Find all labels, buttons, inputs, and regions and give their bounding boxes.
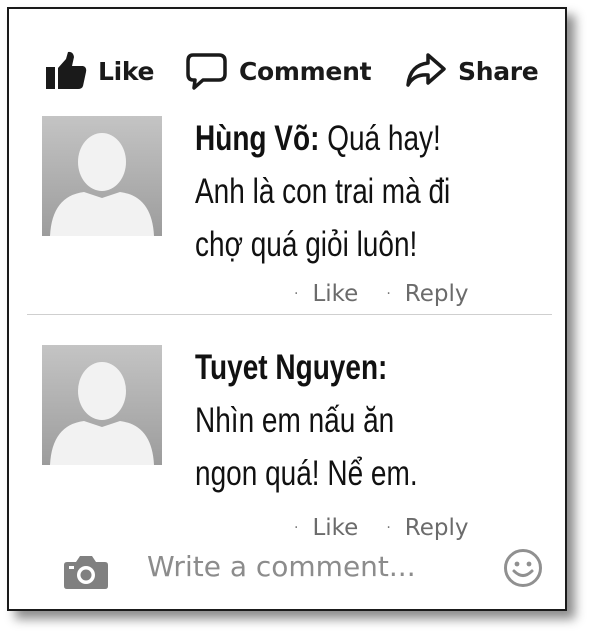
comment-button[interactable]: Comment [185,49,372,93]
share-button-label: Share [458,56,539,86]
avatar[interactable] [42,116,162,236]
comment-reply-link[interactable]: Reply [405,281,469,307]
comment-composer [9,542,565,592]
share-arrow-icon [404,51,448,91]
comment-button-label: Comment [239,56,372,86]
comment-like-link[interactable]: Like [312,515,358,541]
comment-actions: · Like · Reply [294,515,468,541]
divider [27,314,552,315]
comment-input[interactable] [147,544,487,588]
like-button-label: Like [98,56,155,86]
comment-text: Tuyet Nguyen: Nhìn em nấu ăn ngon quá! N… [195,341,483,500]
separator-dot: · [386,286,391,302]
comment-like-link[interactable]: Like [312,281,358,307]
speech-bubble-icon [185,51,229,91]
default-profile-icon [42,345,162,465]
comment-text: Hùng Võ: Quá hay! Anh là con trai mà đi … [195,112,483,271]
separator-dot: · [386,520,391,536]
avatar[interactable] [42,345,162,465]
comment-author[interactable]: Tuyet Nguyen: [195,348,387,387]
like-button[interactable]: Like [44,49,155,93]
separator-dot: · [294,520,299,536]
comment-actions: · Like · Reply [294,281,468,307]
comment-text-line: chợ quá giỏi luôn! [195,225,418,264]
comment-text-line: Nhìn em nấu ăn [195,401,395,440]
action-bar: Like Comment Share [9,49,565,93]
comment-author[interactable]: Hùng Võ: [195,119,319,158]
comment-text-line: Anh là con trai mà đi [195,172,451,211]
camera-icon[interactable] [63,554,109,595]
comment-card: Like Comment Share Hùng Võ: Quá hay! Anh… [7,7,567,611]
comment-text-line: ngon quá! Nể em. [195,454,418,493]
share-button[interactable]: Share [404,49,539,93]
thumbs-up-icon [44,51,88,91]
smiley-icon[interactable] [503,548,543,593]
separator-dot: · [294,286,299,302]
comment-text-line: Quá hay! [319,119,441,158]
default-profile-icon [42,116,162,236]
comment-reply-link[interactable]: Reply [405,515,469,541]
